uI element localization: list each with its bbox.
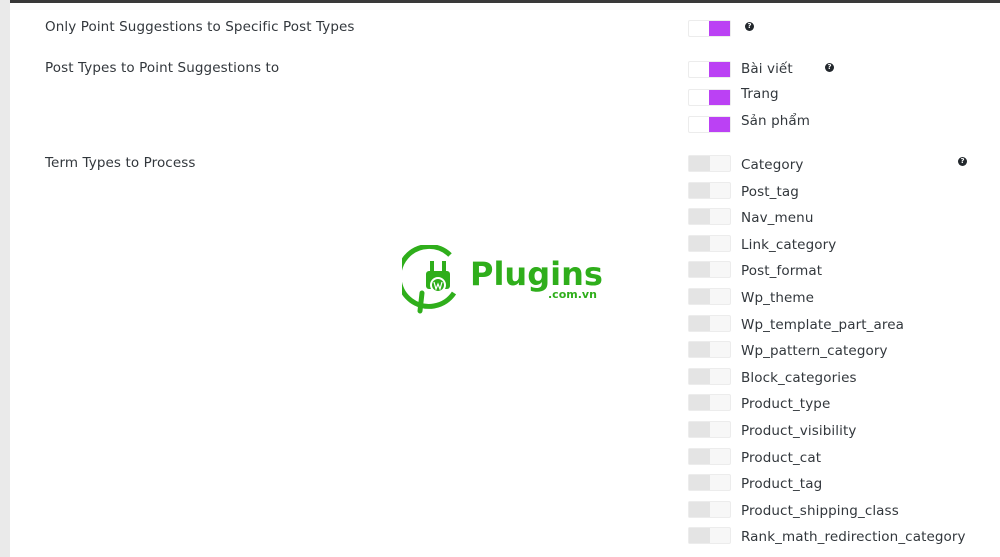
term-type-toggle-wp-theme[interactable] xyxy=(688,288,731,305)
term-type-toggle-wp-template-part-area[interactable] xyxy=(688,315,731,332)
term-type-label-block-categories: Block_categories xyxy=(741,370,857,386)
post-type-toggle-trang[interactable] xyxy=(688,89,731,106)
only-point-toggle[interactable] xyxy=(688,20,731,37)
term-type-label-category: Category xyxy=(741,157,804,173)
term-type-toggle-post-format[interactable] xyxy=(688,261,731,278)
term-type-label-post-format: Post_format xyxy=(741,263,823,279)
term-type-toggle-link-category[interactable] xyxy=(688,235,731,252)
post-type-toggle-bai-viet[interactable] xyxy=(688,61,731,78)
term-type-toggle-rank-math-redirection-category[interactable] xyxy=(688,527,731,544)
term-type-toggle-category[interactable] xyxy=(688,155,731,172)
only-point-label: Only Point Suggestions to Specific Post … xyxy=(45,19,355,35)
term-type-label-product-tag: Product_tag xyxy=(741,476,823,492)
help-icon[interactable]: ? xyxy=(825,63,834,72)
term-type-label-wp-template-part-area: Wp_template_part_area xyxy=(741,317,904,333)
help-icon[interactable]: ? xyxy=(745,22,754,31)
term-type-label-wp-theme: Wp_theme xyxy=(741,290,815,306)
term-type-label-product-type: Product_type xyxy=(741,396,831,412)
term-type-label-product-shipping-class: Product_shipping_class xyxy=(741,503,899,519)
term-type-toggle-product-type[interactable] xyxy=(688,394,731,411)
post-type-label-trang: Trang xyxy=(741,86,779,102)
post-type-toggle-san-pham[interactable] xyxy=(688,116,731,133)
term-type-label-product-visibility: Product_visibility xyxy=(741,423,857,439)
term-type-toggle-product-shipping-class[interactable] xyxy=(688,501,731,518)
term-type-label-link-category: Link_category xyxy=(741,237,837,253)
term-type-toggle-post-tag[interactable] xyxy=(688,182,731,199)
term-type-toggle-product-tag[interactable] xyxy=(688,474,731,491)
post-type-label-bai-viet: Bài viết xyxy=(741,61,793,77)
term-type-toggle-product-visibility[interactable] xyxy=(688,421,731,438)
logo-domain: .com.vn xyxy=(548,288,597,301)
term-type-toggle-wp-pattern-category[interactable] xyxy=(688,341,731,358)
term-type-label-rank-math-redirection-category: Rank_math_redirection_category xyxy=(741,529,966,545)
term-type-label-product-cat: Product_cat xyxy=(741,450,822,466)
term-type-toggle-block-categories[interactable] xyxy=(688,368,731,385)
term-type-label-wp-pattern-category: Wp_pattern_category xyxy=(741,343,888,359)
post-type-label-san-pham: Sản phẩm xyxy=(741,113,811,129)
help-icon[interactable]: ? xyxy=(958,157,967,166)
top-border xyxy=(10,0,1000,3)
term-types-label: Term Types to Process xyxy=(45,155,196,171)
term-type-label-post-tag: Post_tag xyxy=(741,184,799,200)
term-type-toggle-nav-menu[interactable] xyxy=(688,208,731,225)
post-types-label: Post Types to Point Suggestions to xyxy=(45,60,280,76)
left-sidebar-edge xyxy=(0,0,10,557)
term-type-label-nav-menu: Nav_menu xyxy=(741,210,814,226)
term-type-toggle-product-cat[interactable] xyxy=(688,448,731,465)
